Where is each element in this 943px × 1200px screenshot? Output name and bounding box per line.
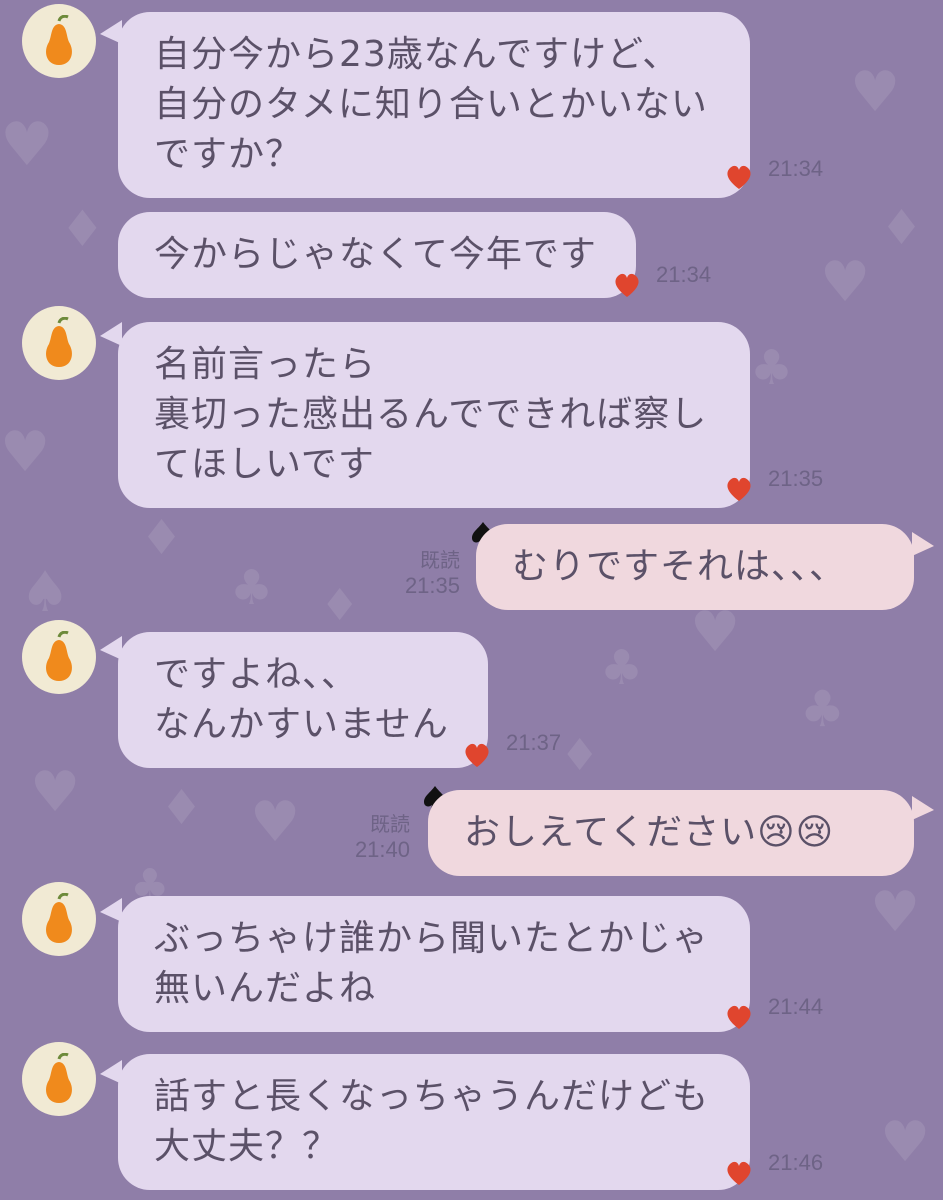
heart-icon[interactable] xyxy=(724,1158,754,1188)
bubble-tail xyxy=(912,796,934,820)
pear-icon xyxy=(46,631,72,681)
read-receipt: 既読 21:35 xyxy=(380,544,460,599)
message-bubble[interactable]: 自分今から23歳なんですけど、 自分のタメに知り合いとかいない ですか？ xyxy=(118,12,750,198)
message-time: 21:46 xyxy=(768,1150,824,1175)
message-time: 21:44 xyxy=(768,994,824,1019)
message-bubble[interactable]: おしえてください😢😢 xyxy=(428,790,914,876)
message-time: 21:37 xyxy=(506,730,562,755)
message-time: 21:35 xyxy=(404,573,460,598)
message-bubble[interactable]: むりですそれは、、、 xyxy=(476,524,914,610)
heart-icon[interactable] xyxy=(724,162,754,192)
read-label: 既読 xyxy=(370,814,410,836)
heart-icon[interactable] xyxy=(724,474,754,504)
read-receipt: 既読 21:40 xyxy=(330,808,410,863)
avatar[interactable] xyxy=(22,620,96,694)
message-time: 21:40 xyxy=(354,837,410,862)
pear-icon xyxy=(46,15,72,65)
message-bubble[interactable]: ですよね、、 なんかすいません xyxy=(118,632,488,768)
heart-icon[interactable] xyxy=(462,740,492,770)
pear-icon xyxy=(46,1053,72,1103)
avatar[interactable] xyxy=(22,882,96,956)
message-bubble[interactable]: 今からじゃなくて今年です xyxy=(118,212,636,298)
avatar[interactable] xyxy=(22,306,96,380)
message-bubble[interactable]: 話すと長くなっちゃうんだけども 大丈夫？？ xyxy=(118,1054,750,1190)
avatar[interactable] xyxy=(22,4,96,78)
message-time: 21:34 xyxy=(768,156,824,181)
message-bubble[interactable]: ぶっちゃけ誰から聞いたとかじゃ 無いんだよね xyxy=(118,896,750,1032)
message-time: 21:34 xyxy=(656,262,712,287)
pear-icon xyxy=(46,317,72,367)
bubble-tail xyxy=(912,532,934,556)
read-label: 既読 xyxy=(420,550,460,572)
heart-icon[interactable] xyxy=(612,270,642,300)
bubble-tail xyxy=(100,322,122,346)
heart-icon[interactable] xyxy=(724,1002,754,1032)
message-bubble[interactable]: 名前言ったら 裏切った感出るんでできれば察し てほしいです xyxy=(118,322,750,508)
pear-icon xyxy=(46,893,72,943)
message-time: 21:35 xyxy=(768,466,824,491)
avatar[interactable] xyxy=(22,1042,96,1116)
